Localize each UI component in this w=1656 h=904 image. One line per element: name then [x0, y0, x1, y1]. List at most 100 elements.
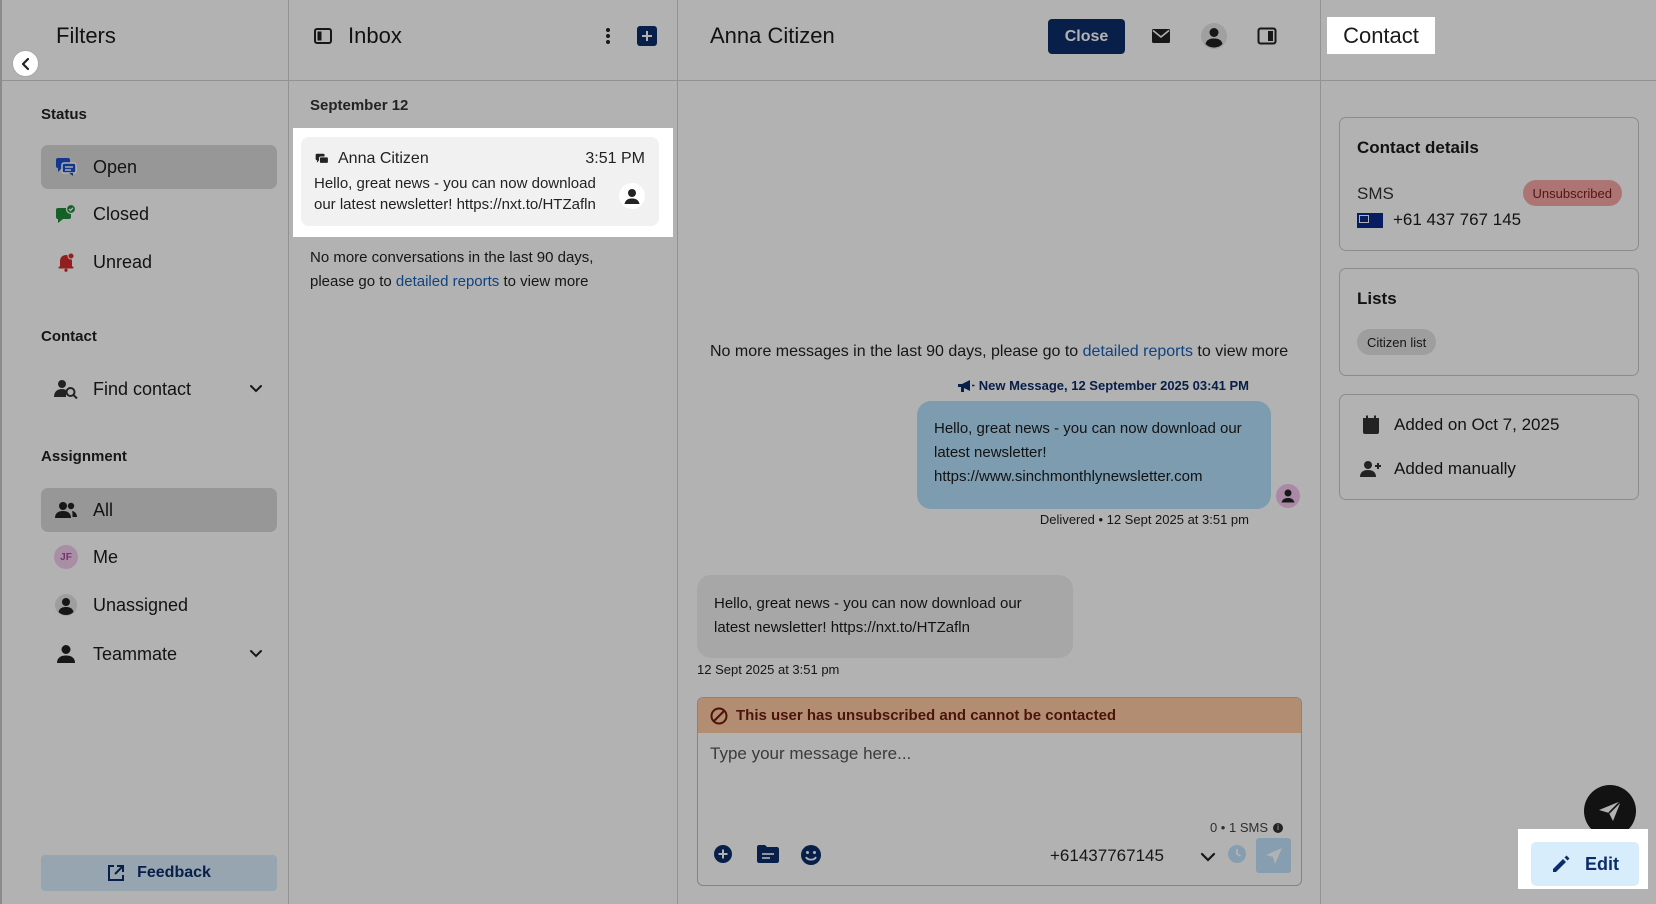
- filter-open-label: Open: [93, 156, 138, 177]
- new-conversation-button[interactable]: [637, 26, 657, 46]
- messages-no-more-suffix: to view more: [1192, 343, 1289, 360]
- new-message-tag-text: New Message, 12 September 2025 03:41 PM: [978, 378, 1249, 393]
- assignment-section-label: Assignment: [41, 448, 127, 465]
- chevron-down-icon: [249, 644, 263, 665]
- add-attachment-icon[interactable]: [713, 844, 733, 864]
- conversation-list-item[interactable]: Anna Citizen 3:51 PM Hello, great news -…: [293, 128, 673, 237]
- filters-title: Filters: [56, 23, 116, 48]
- unsubscribed-banner-text: This user has unsubscribed and cannot be…: [736, 707, 1117, 724]
- chevron-down-icon[interactable]: [1200, 850, 1216, 869]
- schedule-clock-icon[interactable]: [1227, 844, 1247, 864]
- lists-title: Lists: [1357, 289, 1397, 308]
- new-message-tag: New Message, 12 September 2025 03:41 PM: [957, 378, 1249, 393]
- date-separator: September 12: [310, 97, 409, 114]
- outgoing-message-bubble: Hello, great news - you can now download…: [917, 401, 1271, 509]
- person-icon: [1281, 489, 1295, 503]
- list-chip[interactable]: Citizen list: [1357, 329, 1437, 355]
- filter-closed-label: Closed: [93, 203, 150, 224]
- incoming-message-bubble: Hello, great news - you can now download…: [697, 575, 1073, 658]
- inbox-no-more-suffix: to view more: [499, 273, 589, 290]
- messages-no-more-text: No more messages in the last 90 days, pl…: [710, 343, 1288, 361]
- send-icon: [1265, 847, 1282, 864]
- sidebar-toggle-icon[interactable]: [313, 26, 333, 51]
- assignment-unassigned-label: Unassigned: [93, 594, 189, 615]
- contact-details-title: Contact details: [1357, 138, 1479, 157]
- avatar-initials: JF: [54, 545, 78, 569]
- sms-counter: 0 • 1 SMS i: [1210, 820, 1283, 835]
- contact-title: Contact: [1327, 17, 1435, 54]
- person-circle-icon: [53, 592, 79, 618]
- find-contact-label: Find contact: [93, 378, 192, 399]
- contact-details-card: Contact details SMS Unsubscribed +61 437…: [1339, 117, 1639, 251]
- filters-panel: Filters Status Open Closed Unread Contac…: [0, 0, 289, 904]
- australia-flag-icon: [1357, 212, 1383, 228]
- added-how-row: Added manually: [1360, 459, 1516, 479]
- delivered-status: Delivered • 12 Sept 2025 at 3:51 pm: [1039, 512, 1249, 527]
- chat-bubbles-icon: [315, 153, 329, 171]
- conversation-panel: Anna Citizen Close No more messages in t…: [678, 0, 1321, 904]
- chevron-left-icon: [21, 57, 29, 70]
- from-number-select[interactable]: +61437767145: [1050, 846, 1164, 866]
- assignee-avatar: [619, 183, 645, 209]
- filter-closed[interactable]: Closed: [41, 192, 277, 236]
- collapse-sidebar-button[interactable]: [12, 50, 39, 77]
- message-input[interactable]: [710, 744, 1290, 764]
- conversation-title: Anna Citizen: [710, 23, 835, 48]
- edit-label: Edit: [1585, 853, 1619, 874]
- assignment-teammate-dropdown[interactable]: Teammate: [41, 632, 277, 676]
- plus-icon: [642, 31, 652, 41]
- assign-user-icon[interactable]: [1200, 22, 1228, 50]
- inbox-no-more-text: No more conversations in the last 90 day…: [310, 246, 630, 294]
- send-button[interactable]: [1256, 838, 1291, 873]
- contact-meta-card: Added on Oct 7, 2025 Added manually: [1339, 394, 1639, 500]
- added-how-text: Added manually: [1394, 459, 1516, 478]
- emoji-icon[interactable]: [800, 844, 822, 866]
- more-vertical-icon[interactable]: [605, 26, 611, 51]
- conversation-time: 3:51 PM: [585, 150, 645, 167]
- find-contact-dropdown[interactable]: Find contact: [41, 367, 277, 411]
- pencil-icon: [1551, 854, 1571, 874]
- inbox-header: Inbox: [289, 0, 677, 81]
- send-icon: [1599, 800, 1622, 821]
- phone-number: +61 437 767 145: [1393, 210, 1522, 229]
- sms-counter-text: 0 • 1 SMS: [1209, 820, 1268, 835]
- messages-detailed-reports-link[interactable]: detailed reports: [1083, 343, 1193, 360]
- unsubscribed-banner: This user has unsubscribed and cannot be…: [698, 698, 1301, 733]
- inbox-title: Inbox: [348, 23, 402, 48]
- conversation-card: Anna Citizen 3:51 PM Hello, great news -…: [301, 137, 659, 226]
- person-search-icon: [53, 376, 79, 402]
- external-link-icon: [107, 864, 125, 882]
- template-folder-icon[interactable]: [756, 844, 780, 864]
- assignment-all[interactable]: All: [41, 488, 277, 532]
- channel-label: SMS: [1357, 184, 1394, 203]
- filter-unread[interactable]: Unread: [41, 240, 277, 284]
- filter-unread-label: Unread: [93, 251, 153, 272]
- assignment-unassigned[interactable]: Unassigned: [41, 583, 277, 627]
- envelope-icon[interactable]: [1151, 28, 1171, 44]
- inbox-detailed-reports-link[interactable]: detailed reports: [396, 273, 499, 290]
- prohibited-icon: [710, 707, 728, 725]
- edit-contact-button[interactable]: Edit: [1531, 842, 1639, 886]
- messages-no-more-prefix: No more messages in the last 90 days, pl…: [710, 343, 1083, 360]
- filter-open[interactable]: Open: [41, 145, 277, 189]
- phone-row: +61 437 767 145: [1357, 210, 1521, 230]
- chat-closed-icon: [53, 201, 79, 227]
- calendar-icon: [1360, 415, 1382, 435]
- message-composer: This user has unsubscribed and cannot be…: [697, 697, 1302, 886]
- added-on-row: Added on Oct 7, 2025: [1360, 415, 1559, 435]
- bell-icon: [53, 249, 79, 275]
- app-root: Filters Status Open Closed Unread Contac…: [0, 0, 1656, 904]
- toggle-contact-panel-icon[interactable]: [1257, 27, 1277, 45]
- conversation-preview: Hello, great news - you can now download…: [314, 175, 596, 213]
- sender-avatar: [1276, 484, 1300, 508]
- assignment-me-label: Me: [93, 546, 119, 567]
- conversation-contact-name: Anna Citizen: [338, 150, 429, 167]
- chat-bubbles-icon: [53, 154, 79, 180]
- assignment-me[interactable]: JF Me: [41, 535, 277, 579]
- person-icon: [624, 189, 640, 204]
- person-add-icon: [1360, 460, 1382, 478]
- feedback-button[interactable]: Feedback: [41, 855, 277, 891]
- close-conversation-button[interactable]: Close: [1048, 19, 1125, 54]
- lists-card: Lists Citizen list: [1339, 268, 1639, 376]
- info-icon[interactable]: i: [1273, 822, 1283, 833]
